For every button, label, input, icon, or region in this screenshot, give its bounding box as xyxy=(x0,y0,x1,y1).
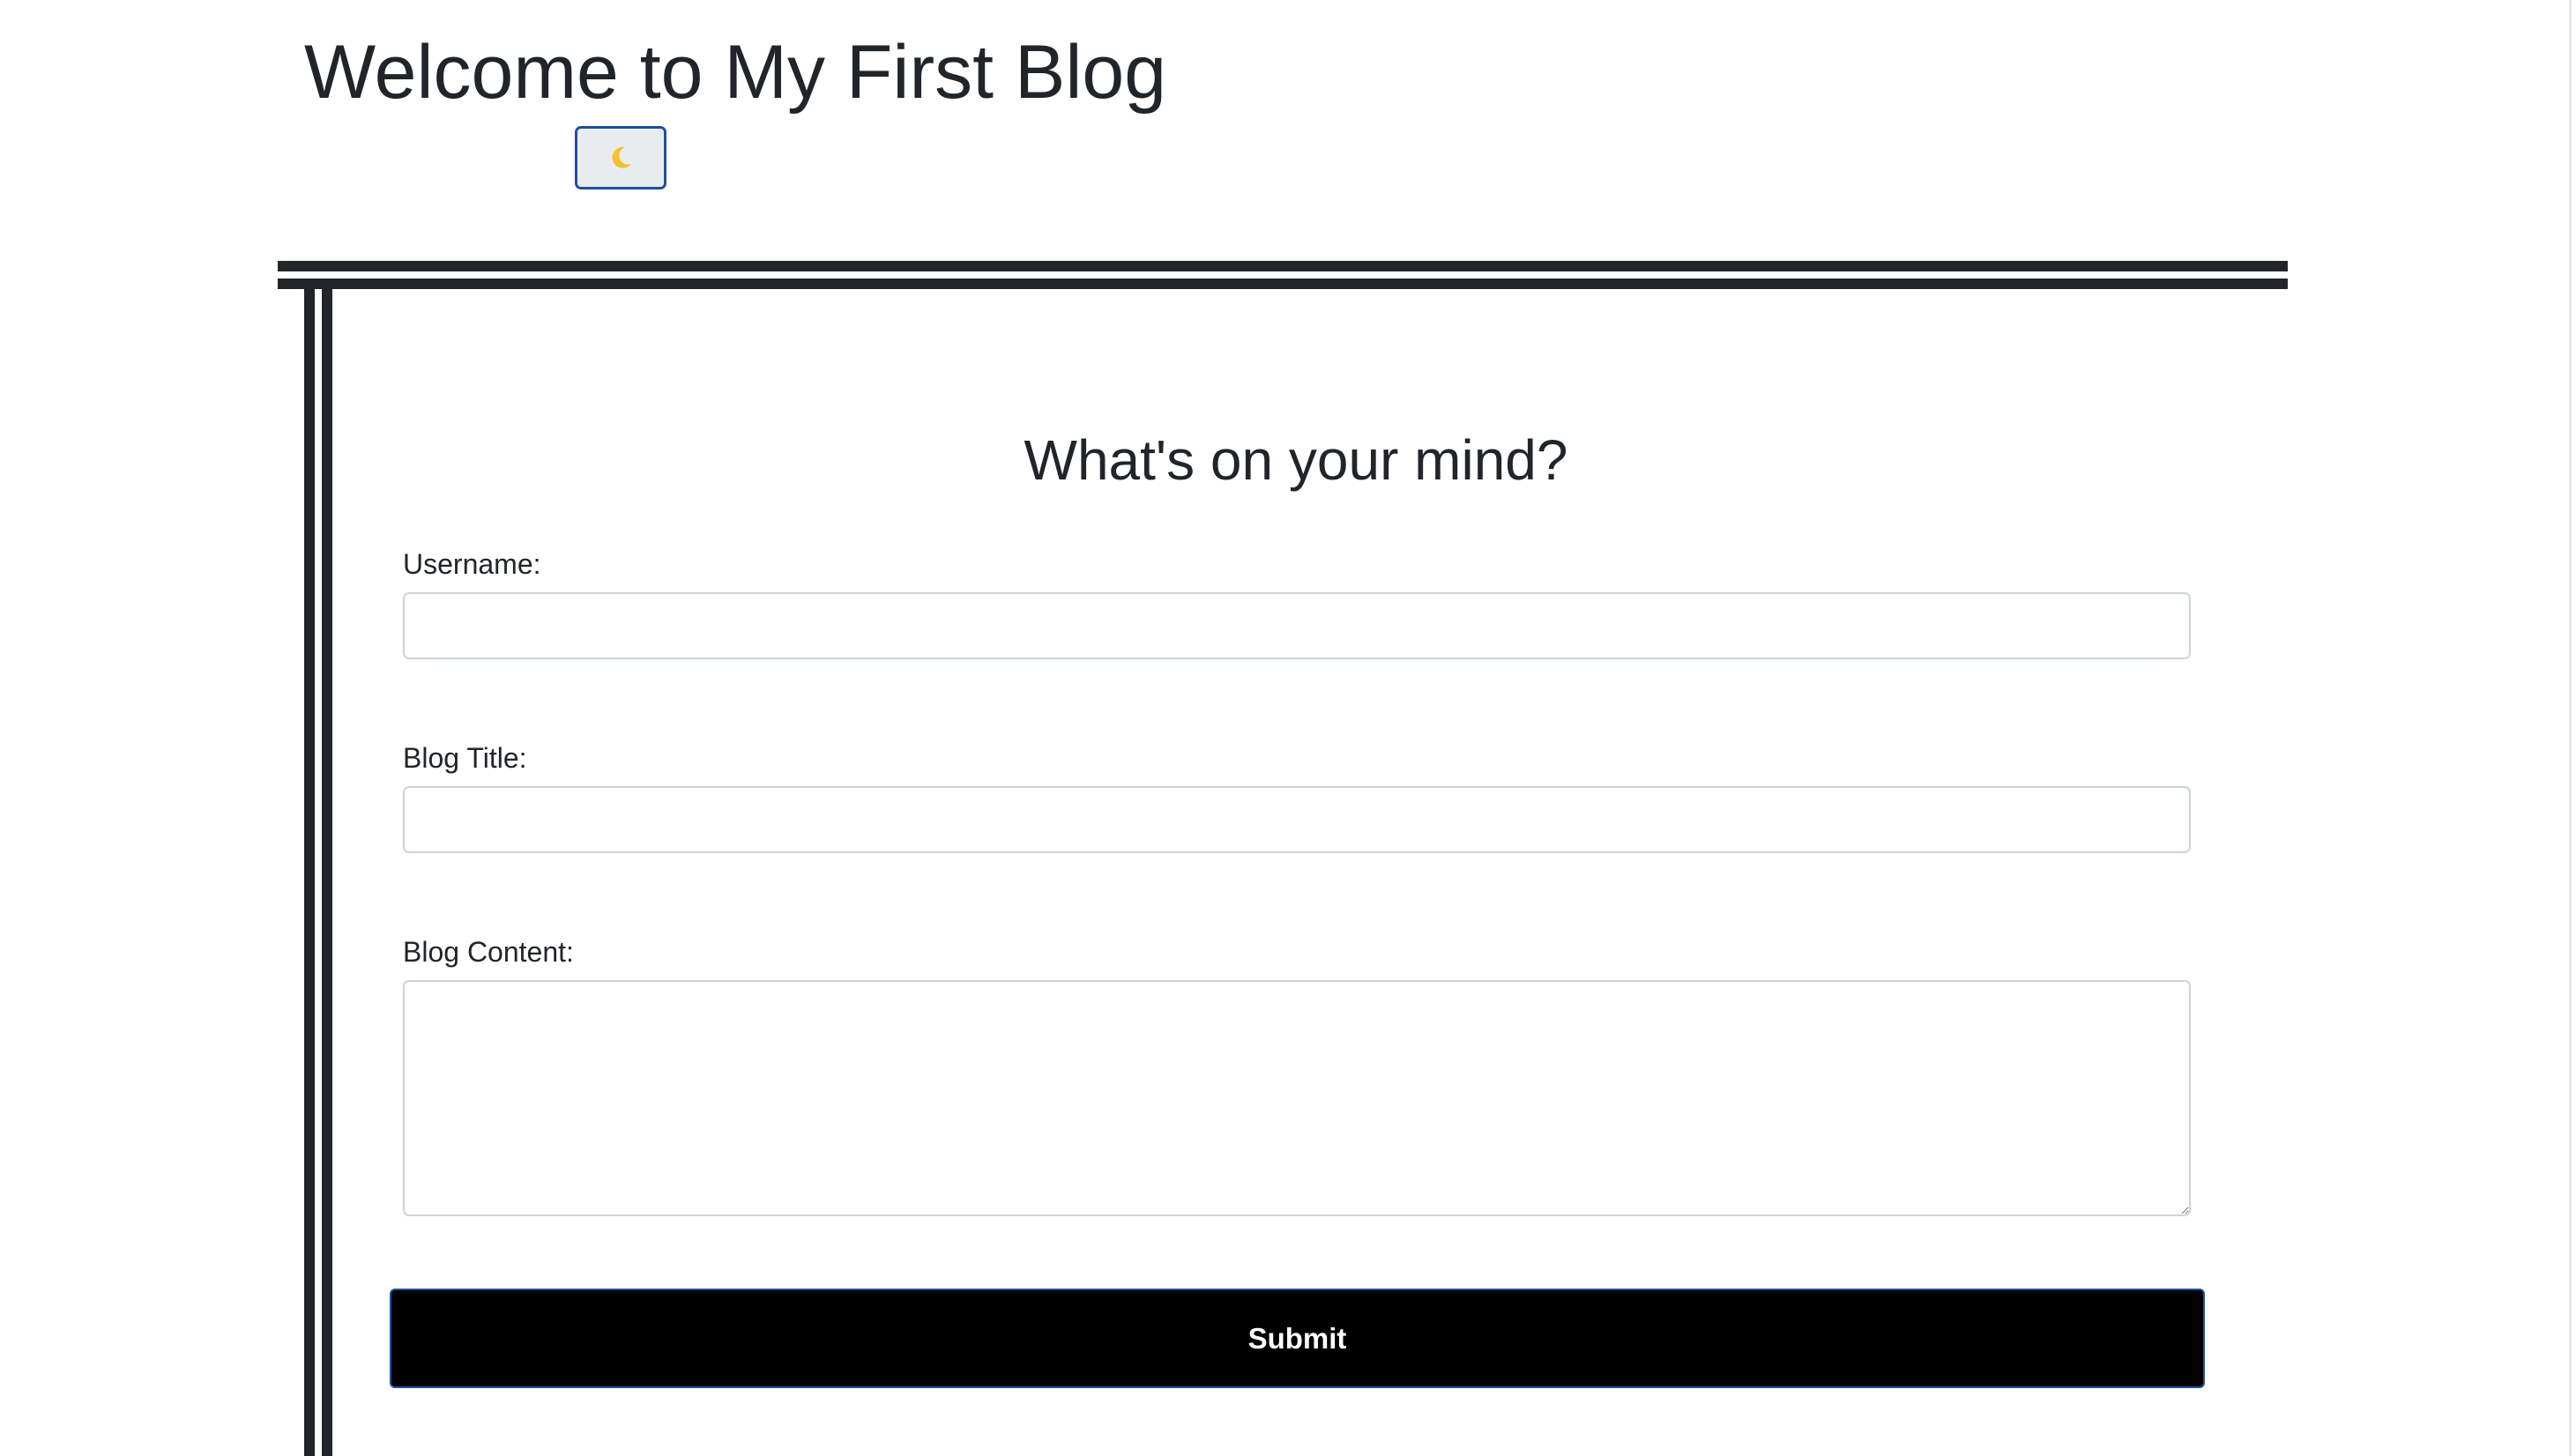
blog-content-textarea[interactable] xyxy=(403,980,2191,1216)
header-divider-top xyxy=(278,261,2288,271)
left-border-line-inner xyxy=(322,288,332,1456)
blog-content-label: Blog Content: xyxy=(403,936,574,968)
submit-button[interactable]: Submit xyxy=(390,1289,2205,1388)
left-border-line-outer xyxy=(304,288,315,1456)
window-right-edge xyxy=(2569,0,2572,1456)
username-input[interactable] xyxy=(403,592,2191,659)
form-heading: What's on your mind? xyxy=(1024,428,1568,492)
blog-title-input[interactable] xyxy=(403,786,2191,853)
crescent-moon-icon xyxy=(607,144,635,172)
username-label: Username: xyxy=(403,548,541,580)
site-title: Welcome to My First Blog xyxy=(304,30,1167,115)
theme-toggle-button[interactable] xyxy=(575,126,666,189)
blog-title-label: Blog Title: xyxy=(403,742,527,774)
header-divider-bottom xyxy=(278,279,2288,289)
